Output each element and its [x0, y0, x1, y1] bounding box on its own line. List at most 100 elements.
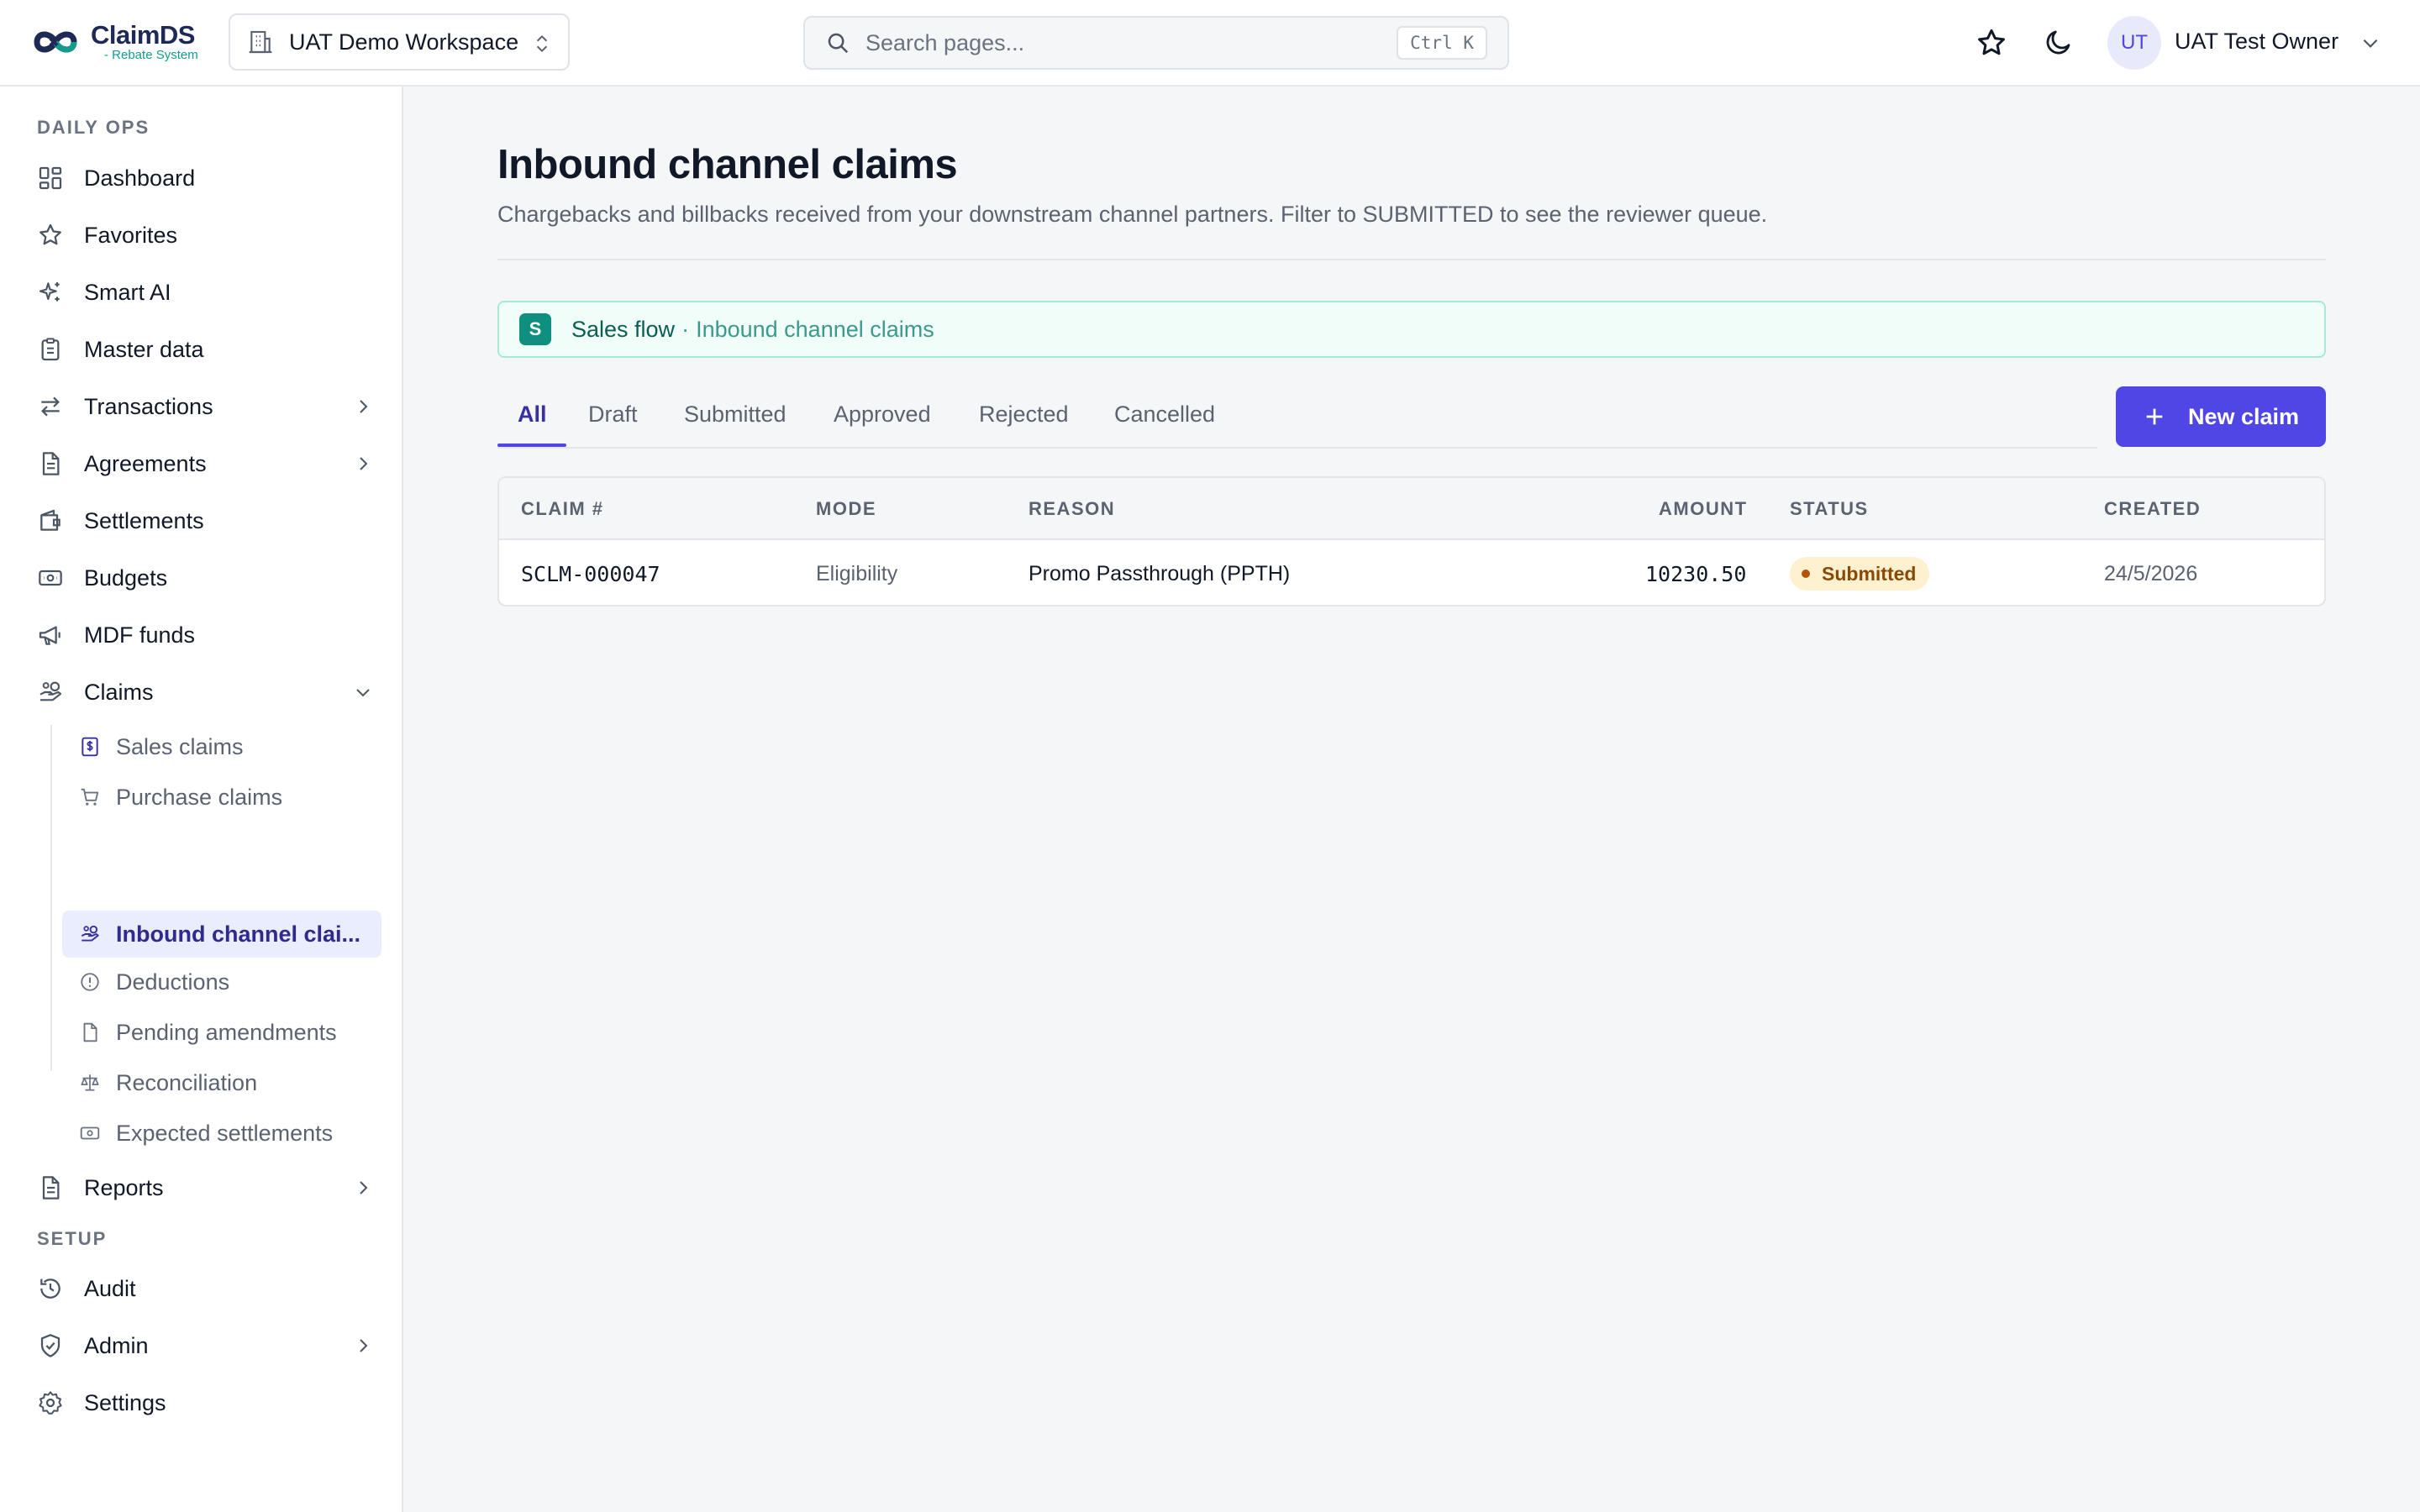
- sidebar-item-dashboard[interactable]: Dashboard: [37, 156, 373, 200]
- star-icon: [39, 223, 61, 245]
- plus-icon: [2146, 408, 2163, 425]
- chevron-down-icon[interactable]: [2360, 32, 2381, 54]
- scale-icon: [81, 1074, 99, 1091]
- sidebar-item-label: Master data: [84, 336, 204, 362]
- column-header-mode[interactable]: MODE: [816, 498, 876, 520]
- tab-cancelled[interactable]: Cancelled: [1114, 402, 1215, 428]
- sidebar-item-admin[interactable]: Admin: [37, 1324, 373, 1368]
- gear-icon: [39, 1391, 62, 1415]
- tab-draft[interactable]: Draft: [588, 402, 638, 428]
- sidebar-item-label: MDF funds: [84, 622, 196, 648]
- file-icon: [83, 1022, 97, 1042]
- sidebar-item-label: Budgets: [84, 564, 168, 591]
- sidebar-item-claims[interactable]: Claims: [37, 670, 373, 714]
- sidebar-subitem-purchase-claims[interactable]: Purchase claims: [62, 774, 381, 821]
- chevron-right-icon: [360, 1339, 368, 1352]
- chevron-down-icon: [356, 689, 370, 697]
- sidebar-subitem-sales-claims[interactable]: Sales claims: [62, 723, 381, 770]
- claim-created-date: 24/5/2026: [2104, 562, 2198, 585]
- document-icon: [42, 452, 60, 475]
- sidebar-item-transactions[interactable]: Transactions: [37, 385, 373, 428]
- sidebar-subitem-label: Reconciliation: [116, 1069, 258, 1095]
- megaphone-icon: [39, 626, 60, 645]
- sidebar-item-mdf-funds[interactable]: MDF funds: [37, 613, 373, 657]
- dark-mode-moon-icon[interactable]: [2044, 27, 2074, 57]
- column-header-status[interactable]: STATUS: [1790, 498, 1869, 520]
- banknote-icon: [80, 1126, 100, 1140]
- user-name[interactable]: UAT Test Owner: [2175, 29, 2338, 55]
- flow-badge: S: [519, 313, 551, 345]
- search-shortcut: Ctrl K: [1397, 26, 1487, 60]
- sidebar-subitem-reconciliation[interactable]: Reconciliation: [62, 1059, 381, 1106]
- column-header-reason[interactable]: REASON: [1028, 498, 1115, 520]
- page-title: Inbound channel claims: [497, 142, 958, 187]
- claim-reason: Promo Passthrough (PPTH): [1028, 562, 1291, 585]
- sidebar-subitem-deductions[interactable]: Deductions: [62, 958, 381, 1005]
- status-tabs: All Draft Submitted Approved Rejected Ca…: [497, 388, 2097, 449]
- column-header-amount[interactable]: AMOUNT: [1659, 498, 1748, 520]
- sidebar-subitem-expected-settlements[interactable]: Expected settlements: [62, 1110, 381, 1157]
- sidebar-subitem-pending-amendments[interactable]: Pending amendments: [62, 1009, 381, 1056]
- sidebar-item-label: Transactions: [84, 393, 213, 419]
- sidebar-item-budgets[interactable]: Budgets: [37, 556, 373, 600]
- header-divider: [497, 259, 2326, 260]
- column-header-created[interactable]: CREATED: [2104, 498, 2201, 520]
- chevron-right-icon: [360, 1181, 368, 1194]
- app-logo[interactable]: ClaimDS - Rebate System: [25, 20, 198, 64]
- flow-banner: S Sales flow · Inbound channel claims: [497, 301, 2326, 358]
- chevron-right-icon: [360, 400, 368, 413]
- sidebar-subitem-label: Deductions: [116, 969, 230, 995]
- sidebar-item-master-data[interactable]: Master data: [37, 328, 373, 371]
- hand-coins-icon: [39, 681, 62, 701]
- sidebar-subitem-label: Purchase claims: [116, 784, 283, 810]
- sidebar-subitem-label: Pending amendments: [116, 1019, 337, 1045]
- sidebar-item-favorites[interactable]: Favorites: [37, 213, 373, 257]
- dashboard-icon: [39, 166, 62, 190]
- search-icon: [828, 33, 849, 54]
- logo-name: ClaimDS: [91, 20, 195, 50]
- claim-number[interactable]: SCLM-000047: [521, 562, 660, 586]
- claim-mode: Eligibility: [816, 562, 898, 585]
- sidebar-item-settings[interactable]: Settings: [37, 1381, 373, 1425]
- claims-submenu-guide: [50, 725, 52, 1071]
- building-icon: [249, 30, 272, 54]
- sidebar: DAILY OPS Dashboard Favorites Smart AI M…: [0, 87, 403, 1512]
- tab-approved[interactable]: Approved: [834, 402, 931, 428]
- sidebar-item-agreements[interactable]: Agreements: [37, 442, 373, 486]
- sidebar-item-smart-ai[interactable]: Smart AI: [37, 270, 373, 314]
- sidebar-item-label: Settlements: [84, 507, 204, 533]
- favorites-star-icon[interactable]: [1975, 27, 2007, 59]
- status-label: Submitted: [1822, 562, 1917, 585]
- arrows-exchange-icon: [41, 396, 60, 417]
- history-icon: [40, 1278, 60, 1299]
- sidebar-item-label: Settings: [84, 1389, 166, 1415]
- section-label-daily-ops: DAILY OPS: [37, 117, 150, 138]
- sidebar-item-settlements[interactable]: Settlements: [37, 499, 373, 543]
- flow-breadcrumb: Inbound channel claims: [696, 316, 934, 342]
- tab-rejected[interactable]: Rejected: [979, 402, 1069, 428]
- active-tab-indicator: [497, 444, 566, 447]
- sidebar-item-label: Favorites: [84, 222, 178, 248]
- tab-all[interactable]: All: [518, 402, 547, 428]
- avatar[interactable]: UT: [2107, 16, 2161, 70]
- sidebar-subitem-inbound-channel-claims[interactable]: Inbound channel clai...: [62, 911, 381, 958]
- flow-name[interactable]: Sales flow: [571, 317, 675, 343]
- hand-coins-icon: [81, 925, 99, 942]
- tab-submitted[interactable]: Submitted: [684, 402, 786, 428]
- chevron-right-icon: [360, 457, 368, 470]
- column-header-claim[interactable]: CLAIM #: [521, 498, 604, 520]
- new-claim-label: New claim: [2187, 403, 2300, 429]
- sidebar-item-label: Reports: [84, 1174, 164, 1200]
- wallet-icon: [40, 509, 60, 531]
- sidebar-item-reports[interactable]: Reports: [37, 1166, 373, 1210]
- cart-icon: [81, 788, 99, 806]
- sidebar-item-audit[interactable]: Audit: [37, 1267, 373, 1310]
- table-row[interactable]: SCLM-000047 Eligibility Promo Passthroug…: [499, 540, 2324, 605]
- workspace-name: UAT Demo Workspace: [289, 29, 519, 55]
- search-input[interactable]: Search pages... Ctrl K: [803, 16, 1509, 70]
- workspace-selector[interactable]: UAT Demo Workspace: [229, 13, 570, 71]
- sidebar-item-label: Dashboard: [84, 165, 196, 191]
- logo-tagline: - Rebate System: [104, 48, 198, 62]
- receipt-dollar-icon: [82, 737, 98, 757]
- new-claim-button[interactable]: New claim: [2116, 386, 2326, 447]
